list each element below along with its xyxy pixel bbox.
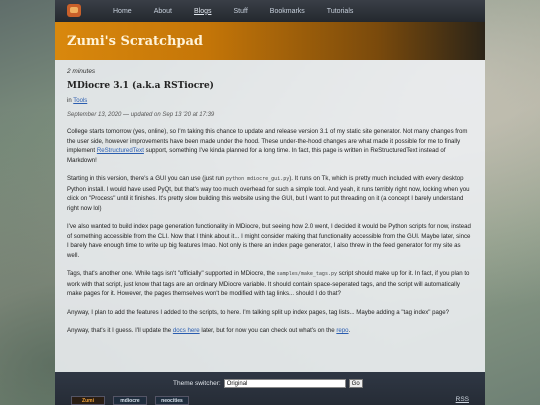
site-title: Zumi's Scratchpad xyxy=(67,34,204,49)
nav-blogs[interactable]: Blogs xyxy=(194,8,212,15)
p4-code: samples/make_tags.py xyxy=(276,271,337,277)
zumi-badge[interactable]: Zumi xyxy=(71,396,105,405)
footer: Theme switcher: Original Go Zumi mdiocre… xyxy=(55,372,485,405)
p6-text-c: . xyxy=(348,327,351,334)
paragraph-3: I've also wanted to build index page gen… xyxy=(67,223,471,259)
post-category-line: in Tools xyxy=(67,98,472,104)
nav-links: Home About Blogs Stuff Bookmarks Tutoria… xyxy=(113,0,375,22)
neocities-badge[interactable]: neocities xyxy=(155,396,189,405)
docs-link[interactable]: docs here xyxy=(173,327,200,334)
repo-link[interactable]: repo xyxy=(336,327,348,334)
paragraph-2: Starting in this version, there's a GUI … xyxy=(67,174,472,213)
nav-bookmarks[interactable]: Bookmarks xyxy=(270,8,305,15)
page-container: Home About Blogs Stuff Bookmarks Tutoria… xyxy=(55,0,485,405)
theme-switcher: Theme switcher: Original Go xyxy=(173,379,363,388)
top-navbar: Home About Blogs Stuff Bookmarks Tutoria… xyxy=(55,0,485,22)
post-dateline: September 13, 2020 — updated on Sep 13 '… xyxy=(67,112,215,118)
footer-badges: Zumi mdiocre neocities xyxy=(71,396,197,405)
paragraph-5: Anyway, I plan to add the features I add… xyxy=(67,308,450,316)
go-button[interactable]: Go xyxy=(348,379,363,388)
nav-home[interactable]: Home xyxy=(113,8,132,15)
category-prefix: in xyxy=(67,98,72,104)
rss-link[interactable]: RSS xyxy=(456,396,469,403)
theme-switcher-label: Theme switcher: xyxy=(173,380,221,387)
p4-text-a: Tags, that's another one. While tags isn… xyxy=(67,270,276,277)
paragraph-4: Tags, that's another one. While tags isn… xyxy=(67,269,472,299)
p2-code: python mdiocre_gui.py xyxy=(226,176,290,182)
p6-text-b: later, but for now you can check out wha… xyxy=(201,327,335,334)
nav-tutorials[interactable]: Tutorials xyxy=(327,8,354,15)
nav-stuff[interactable]: Stuff xyxy=(234,8,248,15)
paragraph-6: Anyway, that's it I guess. I'll update t… xyxy=(67,326,472,336)
read-time: 2 minutes xyxy=(67,68,96,75)
theme-select[interactable]: Original xyxy=(223,379,346,388)
post-title: MDiocre 3.1 (a.k.a RSTiocre) xyxy=(67,81,214,91)
paragraph-1: College starts tomorrow (yes, online), s… xyxy=(67,127,472,165)
post-content: 2 minutes MDiocre 3.1 (a.k.a RSTiocre) i… xyxy=(55,60,485,372)
mdiocre-badge[interactable]: mdiocre xyxy=(113,396,147,405)
p2-text-a: Starting in this version, there's a GUI … xyxy=(67,175,225,182)
scratchpad-logo-icon[interactable] xyxy=(67,4,81,17)
site-banner: Zumi's Scratchpad xyxy=(55,22,485,60)
category-link[interactable]: Tools xyxy=(73,98,87,104)
p6-text-a: Anyway, that's it I guess. I'll update t… xyxy=(67,327,172,334)
restructuredtext-link[interactable]: ReStructuredText xyxy=(97,147,144,154)
nav-about[interactable]: About xyxy=(154,8,172,15)
